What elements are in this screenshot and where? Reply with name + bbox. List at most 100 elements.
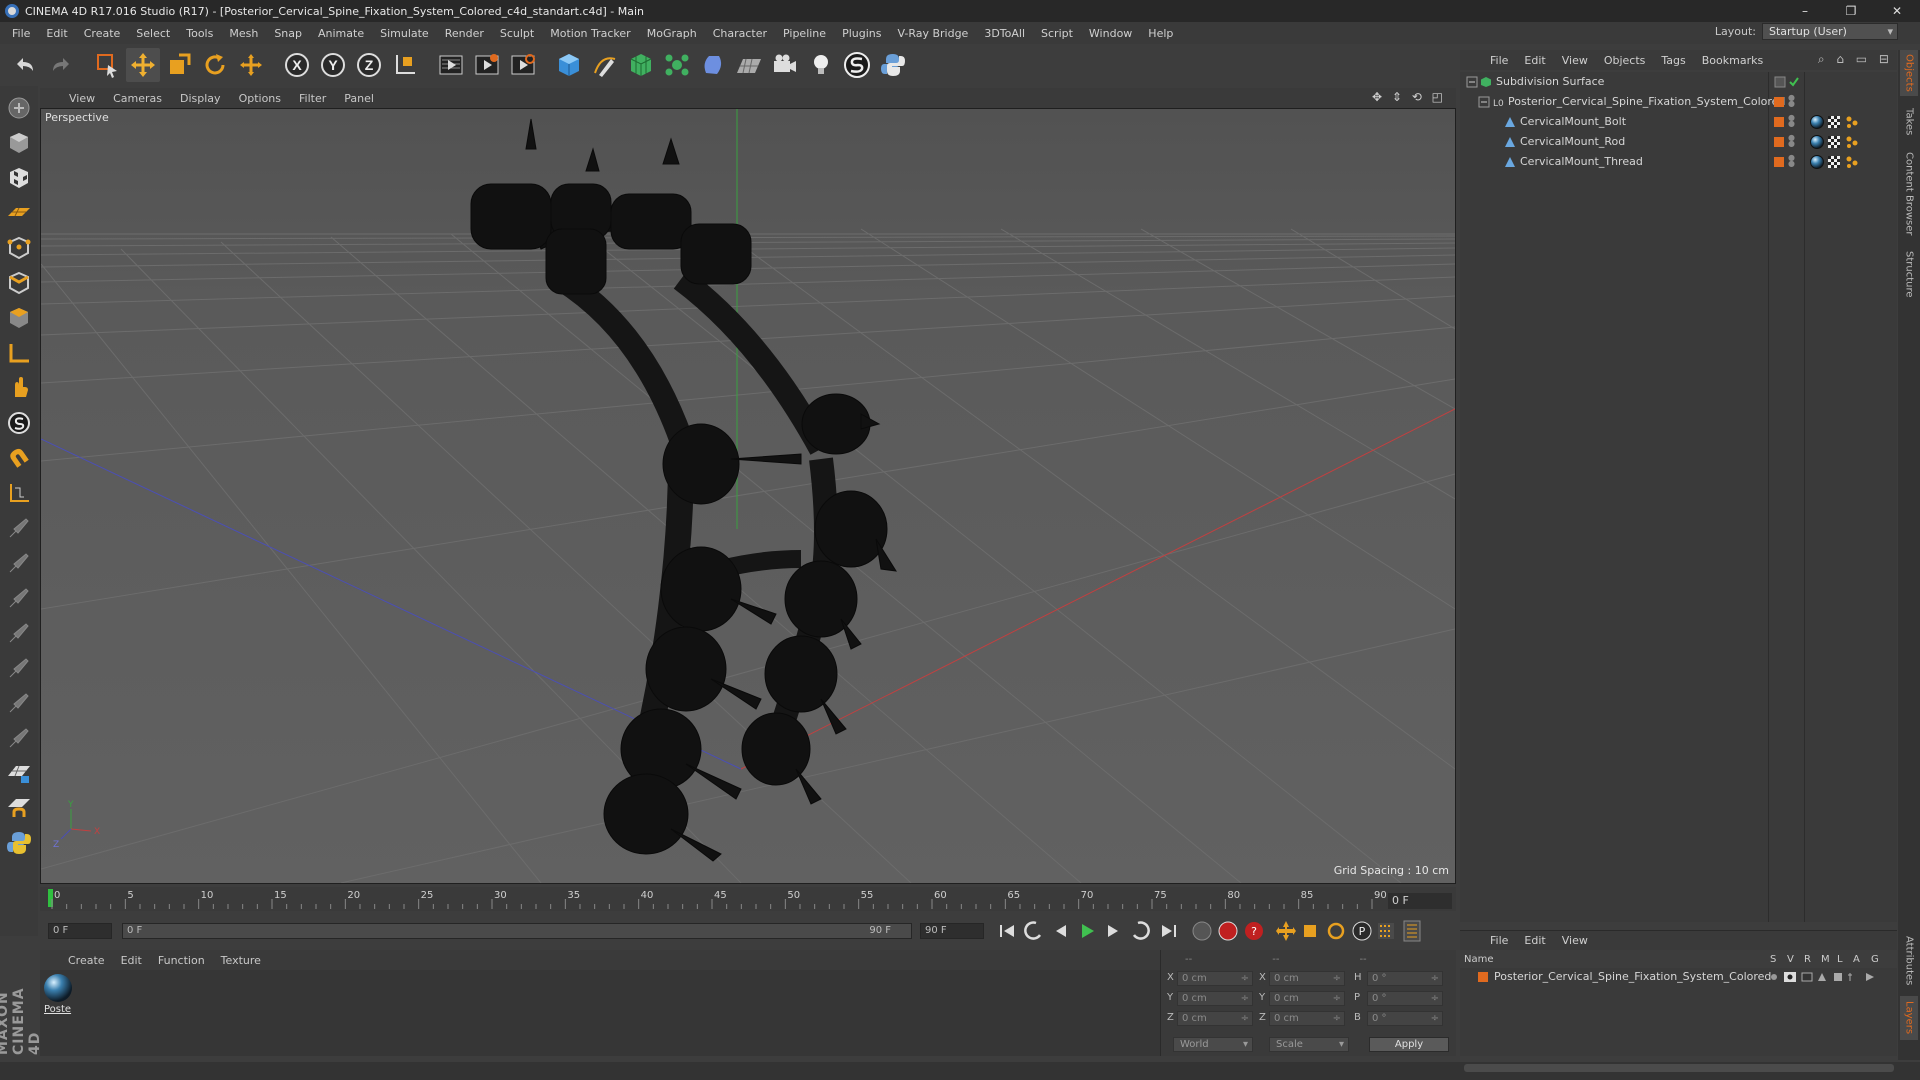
move-icon[interactable]	[126, 48, 160, 82]
key-position-icon[interactable]	[1276, 921, 1296, 941]
rotation-h-field[interactable]: 0 °	[1367, 971, 1443, 986]
points-mode-icon[interactable]	[3, 232, 35, 264]
tab-structure[interactable]: Structure	[1900, 246, 1918, 302]
object-row-subdivision-surface[interactable]: Subdivision Surface	[1460, 72, 1897, 92]
phong-tag-icon[interactable]	[1845, 115, 1859, 129]
grid-lock-icon[interactable]	[3, 757, 35, 789]
transform-mode-dropdown[interactable]: Scale	[1269, 1037, 1349, 1052]
camera-icon[interactable]	[768, 48, 802, 82]
visibility-dots[interactable]: ● ●	[1788, 94, 1795, 109]
position-z-field[interactable]: 0 cm	[1177, 1011, 1253, 1026]
tweak-mode-icon[interactable]	[3, 372, 35, 404]
layer-horizontal-scrollbar[interactable]	[1464, 1064, 1894, 1072]
perspective-viewport[interactable]: Y X Z Perspective Grid Spacing : 10 cm	[40, 108, 1456, 884]
close-button[interactable]: ✕	[1874, 0, 1920, 22]
object-row-thread[interactable]: CervicalMount_Thread ● ●	[1460, 152, 1897, 172]
menu-motion-tracker[interactable]: Motion Tracker	[542, 27, 638, 40]
tab-content-browser[interactable]: Content Browser	[1900, 146, 1918, 242]
size-z-field[interactable]: 0 cm	[1269, 1011, 1345, 1026]
minimize-button[interactable]: –	[1782, 0, 1828, 22]
layer-toggle-icons[interactable]	[1770, 970, 1890, 984]
pen-spline-icon[interactable]	[588, 48, 622, 82]
material-tag-icon[interactable]	[1810, 155, 1824, 169]
material-menu-function[interactable]: Function	[150, 954, 213, 967]
undo-icon[interactable]	[8, 48, 42, 82]
live-selection-icon[interactable]	[90, 48, 124, 82]
brush-tool-3-icon[interactable]	[3, 582, 35, 614]
viewport-menu-display[interactable]: Display	[171, 92, 230, 105]
viewport-menu-filter[interactable]: Filter	[290, 92, 335, 105]
objects-menu-tags[interactable]: Tags	[1653, 54, 1693, 67]
material-menu-edit[interactable]: Edit	[113, 954, 150, 967]
objects-menu-view[interactable]: View	[1554, 54, 1596, 67]
layer-color-swatch[interactable]	[1478, 972, 1488, 982]
brush-tool-1-icon[interactable]	[3, 512, 35, 544]
viewport-menu-options[interactable]: Options	[230, 92, 290, 105]
next-frame-button[interactable]	[1108, 925, 1118, 937]
key-pla-icon[interactable]	[1378, 923, 1394, 939]
x-axis-icon[interactable]: X	[280, 48, 314, 82]
layer-row[interactable]: Posterior_Cervical_Spine_Fixation_System…	[1460, 968, 1897, 986]
tab-layers[interactable]: Layers	[1900, 996, 1918, 1040]
menu-character[interactable]: Character	[705, 27, 775, 40]
menu-sculpt[interactable]: Sculpt	[492, 27, 542, 40]
grid-magnet-icon[interactable]	[3, 792, 35, 824]
menu-help[interactable]: Help	[1140, 27, 1181, 40]
size-y-field[interactable]: 0 cm	[1269, 991, 1345, 1006]
solo-icon[interactable]	[3, 407, 35, 439]
brush-tool-4-icon[interactable]	[3, 617, 35, 649]
scale-icon[interactable]	[162, 48, 196, 82]
tab-takes[interactable]: Takes	[1900, 102, 1918, 142]
start-frame-field[interactable]: 0 F	[48, 923, 112, 939]
z-axis-icon[interactable]: Z	[352, 48, 386, 82]
tab-attributes[interactable]: Attributes	[1900, 930, 1918, 992]
layers-menu-edit[interactable]: Edit	[1516, 934, 1553, 947]
menu-select[interactable]: Select	[128, 27, 178, 40]
rotation-b-field[interactable]: 0 °	[1367, 1011, 1443, 1026]
redo-icon[interactable]	[44, 48, 78, 82]
subdivision-surface-icon[interactable]	[624, 48, 658, 82]
transform-icon[interactable]	[234, 48, 268, 82]
record-keyframe-icon[interactable]	[1192, 921, 1212, 941]
menu-tools[interactable]: Tools	[178, 27, 221, 40]
object-row-rod[interactable]: CervicalMount_Rod ● ●	[1460, 132, 1897, 152]
menu-create[interactable]: Create	[76, 27, 129, 40]
floor-icon[interactable]	[732, 48, 766, 82]
go-to-start-button[interactable]	[1000, 925, 1014, 937]
viewport-navigation-icons[interactable]: ✥ ⇕ ⟲ ◰	[1372, 90, 1446, 104]
maximize-button[interactable]: ❐	[1828, 0, 1874, 22]
visibility-dots[interactable]: ● ●	[1788, 154, 1795, 169]
material-tag-icon[interactable]	[1810, 115, 1824, 129]
cube-icon[interactable]	[552, 48, 586, 82]
object-row-fixation-system[interactable]: L0 Posterior_Cervical_Spine_Fixation_Sys…	[1460, 92, 1897, 112]
menu-vray-bridge[interactable]: V-Ray Bridge	[889, 27, 976, 40]
visibility-dots[interactable]: ● ●	[1788, 134, 1795, 149]
brush-tool-5-icon[interactable]	[3, 652, 35, 684]
menu-3dtoall[interactable]: 3DToAll	[976, 27, 1033, 40]
previous-key-button[interactable]	[1024, 921, 1042, 940]
edit-render-settings-icon[interactable]	[506, 48, 540, 82]
menu-simulate[interactable]: Simulate	[372, 27, 437, 40]
brush-tool-7-icon[interactable]	[3, 722, 35, 754]
make-editable-icon[interactable]	[3, 92, 35, 124]
menu-edit[interactable]: Edit	[38, 27, 75, 40]
menu-script[interactable]: Script	[1033, 27, 1081, 40]
play-button[interactable]	[1082, 924, 1094, 938]
quantize-icon[interactable]	[3, 477, 35, 509]
material-tag-icon[interactable]	[1810, 135, 1824, 149]
axis-mode-icon[interactable]	[3, 337, 35, 369]
sketch-toon-icon[interactable]	[840, 48, 874, 82]
python-script-icon[interactable]	[3, 827, 35, 859]
apply-button[interactable]: Apply	[1369, 1037, 1449, 1052]
next-key-button[interactable]	[1132, 921, 1150, 940]
phong-tag-icon[interactable]	[1845, 135, 1859, 149]
position-y-field[interactable]: 0 cm	[1177, 991, 1253, 1006]
menu-window[interactable]: Window	[1081, 27, 1140, 40]
coordinate-mode-dropdown[interactable]: World	[1173, 1037, 1253, 1052]
render-view-icon[interactable]	[434, 48, 468, 82]
enabled-check-icon[interactable]	[1788, 76, 1800, 88]
objects-menu-file[interactable]: File	[1482, 54, 1516, 67]
phong-tag-icon[interactable]	[1845, 155, 1859, 169]
render-picture-viewer-icon[interactable]	[470, 48, 504, 82]
workplane-icon[interactable]	[3, 197, 35, 229]
